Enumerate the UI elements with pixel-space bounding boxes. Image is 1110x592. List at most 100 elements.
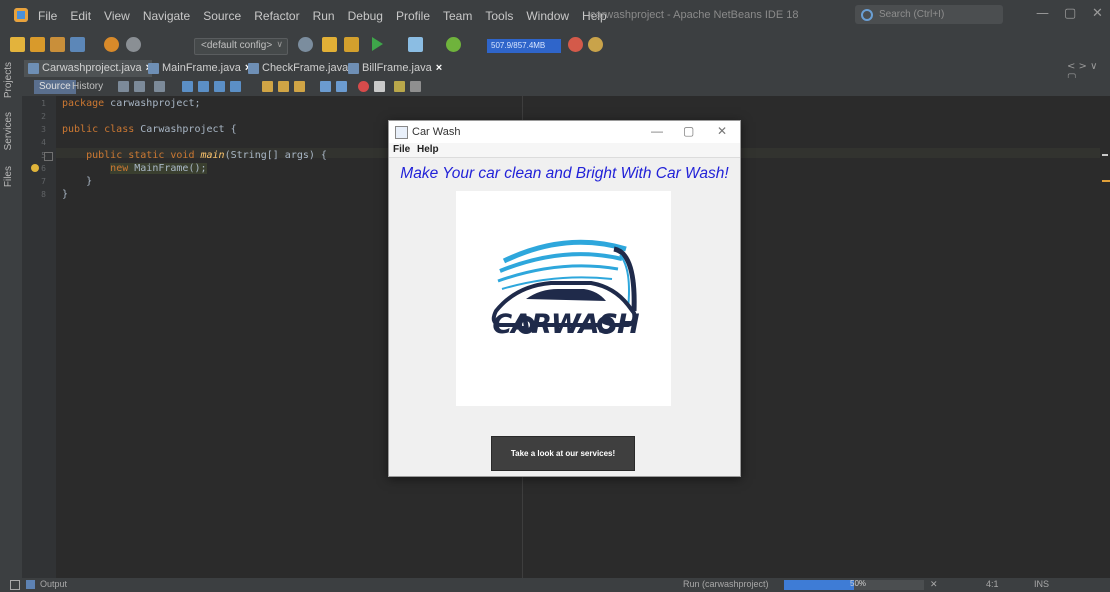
- stripe-marker[interactable]: [1102, 180, 1110, 182]
- menu-tools[interactable]: Tools: [485, 9, 513, 23]
- menu-edit[interactable]: Edit: [70, 9, 91, 23]
- carwash-logo: CARWASH: [456, 191, 671, 406]
- logo-wordmark: CARWASH: [492, 309, 639, 340]
- gc-alt-icon[interactable]: [588, 37, 603, 52]
- history-view-button[interactable]: History: [72, 80, 103, 94]
- close-button[interactable]: ✕: [1092, 6, 1103, 21]
- java-file-icon: [28, 63, 39, 74]
- fold-toggle-icon[interactable]: [44, 152, 53, 161]
- tab-billframe[interactable]: BillFrame.java ×: [344, 60, 442, 77]
- projects-panel-tab[interactable]: Projects: [3, 62, 14, 98]
- ide-menu: File Edit View Navigate Source Refactor …: [38, 9, 607, 23]
- comment-icon[interactable]: [394, 81, 405, 92]
- line-number: 2: [41, 112, 46, 121]
- find-selection-icon[interactable]: [214, 81, 225, 92]
- menu-debug[interactable]: Debug: [348, 9, 383, 23]
- toggle-bookmark-icon[interactable]: [294, 81, 305, 92]
- netbeans-logo-icon: [14, 8, 28, 22]
- insert-mode: INS: [1034, 579, 1050, 589]
- shift-left-icon[interactable]: [320, 81, 331, 92]
- stripe-marker[interactable]: [1102, 154, 1108, 156]
- run-task-label: Run (carwashproject): [683, 579, 769, 589]
- prev-bookmark-icon[interactable]: [262, 81, 273, 92]
- search-icon: [861, 9, 873, 21]
- panel-toggle-icon[interactable]: [10, 580, 20, 590]
- last-edit-icon[interactable]: [118, 81, 129, 92]
- source-view-button[interactable]: Source: [34, 80, 76, 94]
- headline-text: Make Your car clean and Bright With Car …: [400, 165, 729, 182]
- shift-right-icon[interactable]: [336, 81, 347, 92]
- chevron-down-icon: ∨: [276, 39, 283, 49]
- menu-team[interactable]: Team: [443, 9, 472, 23]
- code-line: }: [62, 189, 69, 200]
- find-next-icon[interactable]: [198, 81, 209, 92]
- ide-menubar: File Edit View Navigate Source Refactor …: [0, 0, 1110, 32]
- minimize-button[interactable]: —: [1036, 6, 1049, 21]
- menu-file[interactable]: File: [38, 9, 57, 23]
- java-form-icon: [348, 63, 359, 74]
- dialog-title: Car Wash: [412, 126, 461, 138]
- code-line: package carwashproject;: [62, 98, 201, 109]
- maximize-button[interactable]: ▢: [1064, 6, 1076, 21]
- menu-window[interactable]: Window: [526, 9, 569, 23]
- carwash-logo-icon: [491, 239, 637, 334]
- dialog-minimize-button[interactable]: —: [651, 124, 663, 138]
- dialog-titlebar[interactable]: Car Wash — ▢ ✕: [389, 121, 740, 143]
- menu-run[interactable]: Run: [313, 9, 335, 23]
- forward-icon[interactable]: [154, 81, 165, 92]
- output-window-icon: [26, 580, 35, 589]
- find-prev-icon[interactable]: [182, 81, 193, 92]
- run-icon[interactable]: [372, 37, 383, 51]
- menu-source[interactable]: Source: [203, 9, 241, 23]
- search-input[interactable]: Search (Ctrl+I): [855, 5, 1003, 24]
- cancel-task-button[interactable]: ✕: [930, 579, 938, 590]
- line-number: 7: [41, 177, 46, 186]
- code-line: new MainFrame();: [110, 163, 207, 174]
- java-window-icon: [395, 126, 408, 139]
- clean-icon[interactable]: [344, 37, 359, 52]
- redo-icon[interactable]: [126, 37, 141, 52]
- tab-mainframe[interactable]: MainFrame.java×: [144, 60, 251, 77]
- dialog-close-button[interactable]: ✕: [717, 124, 727, 138]
- toggle-highlight-icon[interactable]: [230, 81, 241, 92]
- dialog-menu-file[interactable]: File: [393, 144, 410, 155]
- code-line: }: [62, 176, 93, 187]
- clean-build-icon[interactable]: [322, 37, 337, 52]
- run-progress-text: 50%: [850, 579, 867, 588]
- next-bookmark-icon[interactable]: [278, 81, 289, 92]
- line-number: 1: [41, 99, 46, 108]
- save-all-icon[interactable]: [70, 37, 85, 52]
- undo-icon[interactable]: [104, 37, 119, 52]
- services-button[interactable]: Take a look at our services!: [491, 436, 635, 471]
- output-tab[interactable]: Output: [40, 579, 67, 589]
- run-progress-bar: 50%: [784, 579, 924, 590]
- debug-icon[interactable]: [408, 37, 423, 52]
- editor-tab-bar: Carwashproject.java× MainFrame.java× Che…: [22, 58, 1110, 83]
- dialog-maximize-button[interactable]: ▢: [683, 124, 694, 138]
- window-title: carwashproject - Apache NetBeans IDE 18: [590, 9, 799, 21]
- start-macro-icon[interactable]: [358, 81, 369, 92]
- uncomment-icon[interactable]: [410, 81, 421, 92]
- menu-navigate[interactable]: Navigate: [143, 9, 190, 23]
- menu-view[interactable]: View: [104, 9, 130, 23]
- menu-refactor[interactable]: Refactor: [254, 9, 299, 23]
- back-icon[interactable]: [134, 81, 145, 92]
- services-panel-tab[interactable]: Services: [3, 112, 14, 150]
- gc-icon[interactable]: [568, 37, 583, 52]
- new-project-icon[interactable]: [30, 37, 45, 52]
- close-tab-icon[interactable]: ×: [436, 62, 442, 74]
- memory-indicator[interactable]: 507.9/857.4MB: [487, 39, 561, 53]
- new-file-icon[interactable]: [10, 37, 25, 52]
- tab-carwashproject[interactable]: Carwashproject.java×: [24, 60, 153, 77]
- config-select[interactable]: <default config> ∨: [194, 38, 288, 55]
- build-icon[interactable]: [298, 37, 313, 52]
- menu-profile[interactable]: Profile: [396, 9, 430, 23]
- stop-macro-icon[interactable]: [374, 81, 385, 92]
- hint-bulb-icon[interactable]: [31, 164, 39, 172]
- dialog-menu-help[interactable]: Help: [417, 144, 439, 155]
- search-placeholder: Search (Ctrl+I): [879, 9, 945, 20]
- open-project-icon[interactable]: [50, 37, 65, 52]
- tab-checkframe[interactable]: CheckFrame.java×: [244, 60, 359, 77]
- profile-icon[interactable]: [446, 37, 461, 52]
- files-panel-tab[interactable]: Files: [3, 166, 14, 187]
